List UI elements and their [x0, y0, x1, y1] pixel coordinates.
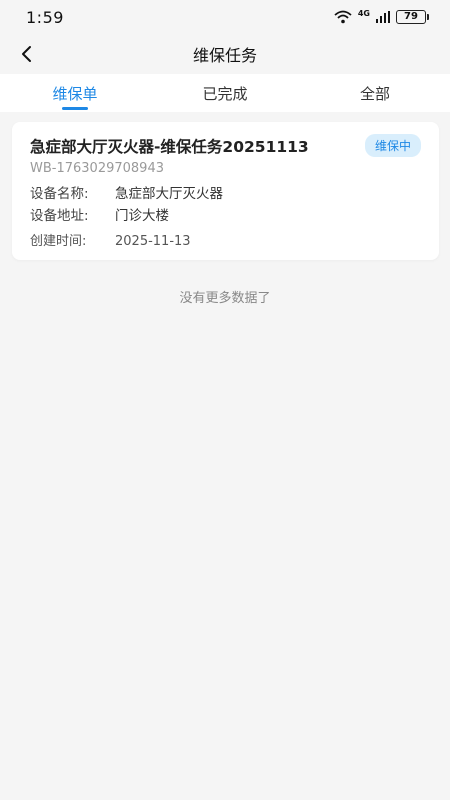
- tab-completed[interactable]: 已完成: [150, 74, 300, 112]
- device-address-row: 设备地址: 门诊大楼: [30, 206, 421, 226]
- device-address-value: 门诊大楼: [115, 208, 169, 224]
- device-name-row: 设备名称: 急症部大厅灭火器: [30, 184, 421, 204]
- signal-icon: [376, 11, 390, 23]
- back-button[interactable]: [12, 40, 40, 68]
- page-title: 维保任务: [192, 46, 257, 65]
- created-time-value: 2025-11-13: [115, 234, 191, 249]
- task-title: 急症部大厅灭火器-维保任务20251113: [30, 137, 309, 156]
- tab-bar: 维保单 已完成 全部: [0, 74, 450, 112]
- status-badge: 维保中: [364, 134, 421, 157]
- wifi-icon: [334, 10, 352, 24]
- tab-maintenance-orders[interactable]: 维保单: [0, 74, 150, 112]
- tab-all[interactable]: 全部: [300, 74, 450, 112]
- task-code: WB-1763029708943: [30, 161, 164, 176]
- network-type: 4G: [357, 8, 370, 18]
- device-address-label: 设备地址:: [30, 208, 89, 224]
- chevron-left-icon: [22, 46, 31, 62]
- status-time: 1:59: [26, 7, 64, 27]
- battery-icon: 79: [396, 10, 429, 24]
- nav-bar: 维保任务: [0, 34, 450, 74]
- status-icons: 4G 79: [334, 8, 429, 24]
- created-time-row: 创建时间: 2025-11-13: [30, 232, 421, 252]
- status-bar: 1:59 4G 79: [0, 0, 450, 34]
- task-card[interactable]: 急症部大厅灭火器-维保任务20251113 维保中 WB-17630297089…: [12, 122, 439, 260]
- task-card-header: 急症部大厅灭火器-维保任务20251113 维保中: [30, 134, 421, 157]
- created-time-label: 创建时间:: [30, 234, 87, 249]
- device-name-value: 急症部大厅灭火器: [115, 186, 223, 202]
- list-end-text: 没有更多数据了: [179, 291, 271, 306]
- device-name-label: 设备名称:: [30, 186, 89, 202]
